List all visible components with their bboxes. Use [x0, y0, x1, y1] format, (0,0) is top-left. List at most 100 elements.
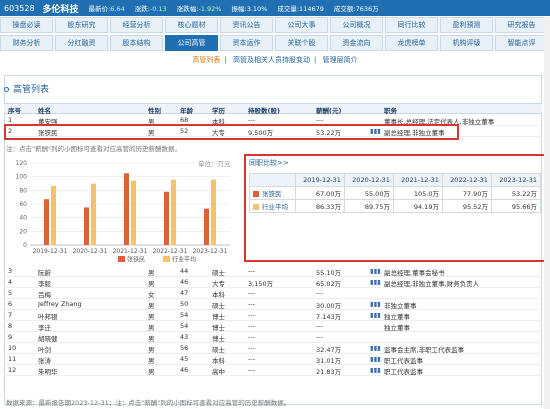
comparison-title[interactable]: 同职比较>> — [249, 158, 289, 168]
nav-tab-nav2-5[interactable]: 关联个股 — [275, 35, 328, 51]
table-cell: 9 — [8, 333, 13, 341]
header-cell: 序号 — [8, 107, 21, 115]
comparison-year: 2021-12-31 — [392, 173, 443, 187]
table-cell: 44 — [180, 267, 189, 275]
comparison-name-cell: 张铁民 — [249, 186, 296, 200]
table-cell: 1 — [8, 116, 13, 124]
table-cell: 8 — [8, 322, 13, 330]
table-cell: 65.02万 — [316, 280, 342, 288]
subnav-holding-changes[interactable]: 高管及相关人员持股变动 — [233, 56, 310, 64]
table-cell: --- — [248, 344, 256, 352]
salary-note: 注：点击"薪酬"列的小图标可查看对应高管的历史薪酬数据。 — [6, 145, 181, 153]
nav-tab-nav2-3[interactable]: 公司高管 — [165, 35, 218, 51]
comparison-value: 67.00万 — [294, 186, 345, 200]
comparison-value: 77.90万 — [441, 186, 492, 200]
sub-nav: 高管列表 | 高管及相关人员持股变动 | 管理层简介 — [192, 56, 358, 64]
nav-tab-nav2-2[interactable]: 股本结构 — [110, 35, 163, 51]
stat-pct: 涨跌幅:-1.92% — [176, 5, 222, 13]
table-cell: 叶邦银 — [38, 313, 58, 321]
table-cell: 张涛 — [38, 357, 51, 365]
table-cell: 博士 — [212, 335, 225, 343]
comparison-year: 2019-12-31 — [294, 173, 345, 187]
table-cell: --- — [248, 289, 256, 297]
table-cell: 3,150万 — [248, 280, 274, 288]
table-cell: 54 — [180, 311, 189, 319]
nav-tab-nav1-2[interactable]: 经营分析 — [110, 17, 163, 33]
table-row: 10 叶剑男 56 硕士 --- 32.47万 ▮▮▮ 监事会主席,非职工代表监事 — [4, 343, 542, 354]
table-cell: --- — [248, 311, 256, 319]
table-cell: 高中 — [212, 368, 225, 376]
highlight-box-row — [4, 124, 459, 140]
subnav-mgmt-intro[interactable]: 管理层简介 — [323, 56, 358, 64]
table-cell: 监事会主席,非职工代表监事 — [384, 346, 465, 354]
nav-tab-nav2-8[interactable]: 机构评级 — [440, 35, 493, 51]
table-cell: 56 — [180, 344, 189, 352]
table-cell: 本科 — [212, 291, 225, 299]
legend-swatch — [253, 204, 259, 210]
nav-row-1: 操盘必读 股东研究 经营分析 核心题材 资讯公告 公司大事 公司概况 同行比较 盈利预测 研究报告 — [0, 17, 550, 33]
nav-tab-nav1-4[interactable]: 资讯公告 — [220, 17, 273, 33]
table-cell: 男 — [148, 357, 155, 365]
nav-tab-nav2-1[interactable]: 分红融资 — [55, 35, 108, 51]
bar-张铁民-2021-12-31 — [124, 173, 129, 245]
nav-tab-nav2-6[interactable]: 资金流向 — [330, 35, 383, 51]
nav-tab-nav2-4[interactable]: 资本运作 — [220, 35, 273, 51]
bar-行业平均-2023-12-31 — [211, 179, 216, 245]
table-cell: Jeffrey Zhang — [38, 300, 82, 308]
table-cell: 31.01万 — [316, 357, 342, 365]
header-cell: 年龄 — [180, 107, 193, 115]
table-cell: 45 — [180, 355, 189, 363]
stock-name: 多伦科技 — [42, 4, 79, 15]
table-cell: 职工代表监事 — [384, 368, 423, 376]
table-cell: 独立董事 — [384, 324, 410, 332]
table-cell: --- — [248, 300, 256, 308]
subnav-exec-list[interactable]: 高管列表 — [192, 56, 220, 64]
x-tick-label: 2020-12-31 — [73, 248, 108, 255]
table-cell: 博士 — [212, 313, 225, 321]
bar-张铁民-2019-12-31 — [44, 199, 49, 245]
x-tick-label: 2021-12-31 — [113, 248, 148, 255]
table-cell: --- — [316, 333, 324, 341]
y-tick-label: 100 — [16, 174, 28, 181]
stat-volume: 成交量:114679 — [277, 5, 324, 13]
table-cell: 李毅 — [38, 280, 51, 288]
comparison-table: 2019-12-31 2020-12-31 2021-12-31 2022-12-31… — [249, 173, 542, 213]
table-cell: 6 — [8, 300, 13, 308]
nav-tab-nav1-7[interactable]: 同行比较 — [385, 17, 438, 33]
stat-latest: 最新价:6.64 — [88, 5, 125, 13]
comparison-header-row: 2019-12-31 2020-12-31 2021-12-31 2022-12-31… — [249, 173, 542, 187]
nav-tab-nav1-3[interactable]: 核心题材 — [165, 17, 218, 33]
comparison-panel: 同职比较>> 2019-12-31 2020-12-31 2021-12-31 202… — [244, 154, 546, 262]
table-cell: 30.00万 — [316, 302, 342, 310]
scrollbar[interactable] — [544, 17, 550, 409]
nav-tab-nav1-8[interactable]: 盈利预测 — [440, 17, 493, 33]
y-tick-label: 60 — [19, 201, 27, 208]
nav-tab-nav1-1[interactable]: 股东研究 — [55, 17, 108, 33]
nav-tab-nav1-9[interactable]: 研究报告 — [495, 17, 548, 33]
table-cell: 3 — [8, 267, 13, 275]
bar-张铁民-2020-12-31 — [84, 207, 89, 245]
nav-row-2: 财务分析 分红融资 股本结构 公司高管 资本运作 关联个股 资金流向 龙虎榜单 机构评级 智能点评 — [0, 35, 550, 51]
table-cell: 朱明华 — [38, 368, 58, 376]
y-tick-label: 80 — [19, 187, 27, 194]
table-cell: 54 — [180, 322, 189, 330]
table-cell: 46 — [180, 278, 189, 286]
comparison-row: 张铁民 67.00万 55.00万 105.0万 77.90万 53.22万 — [249, 186, 542, 200]
nav-tab-nav1-0[interactable]: 操盘必读 — [0, 17, 53, 33]
table-cell: 男 — [148, 368, 155, 376]
stat-turnover: 成交额:7636万 — [333, 5, 379, 13]
table-cell: 李迁 — [38, 324, 51, 332]
y-tick-label: 40 — [19, 215, 27, 222]
nav-tab-nav2-0[interactable]: 财务分析 — [0, 35, 53, 51]
table-cell: 硕士 — [212, 269, 225, 277]
nav-tab-nav2-7[interactable]: 龙虎榜单 — [385, 35, 438, 51]
nav-tab-nav1-6[interactable]: 公司概况 — [330, 17, 383, 33]
nav-tab-nav1-5[interactable]: 公司大事 — [275, 17, 328, 33]
comparison-row: 行业平均 86.33万 89.75万 94.19万 95.52万 95.66万 — [249, 199, 542, 213]
nav-tab-nav2-9[interactable]: 智能点评 — [495, 35, 548, 51]
header-cell: 学历 — [212, 107, 225, 115]
table-row: 9 胡晓健 男 43 博士 --- --- — [4, 332, 542, 343]
stock-header: 603528 多伦科技 最新价:6.64 涨跌:-0.13 涨跌幅:-1.92%… — [0, 0, 550, 16]
table-cell: --- — [248, 322, 256, 330]
stock-code: 603528 — [4, 3, 35, 13]
